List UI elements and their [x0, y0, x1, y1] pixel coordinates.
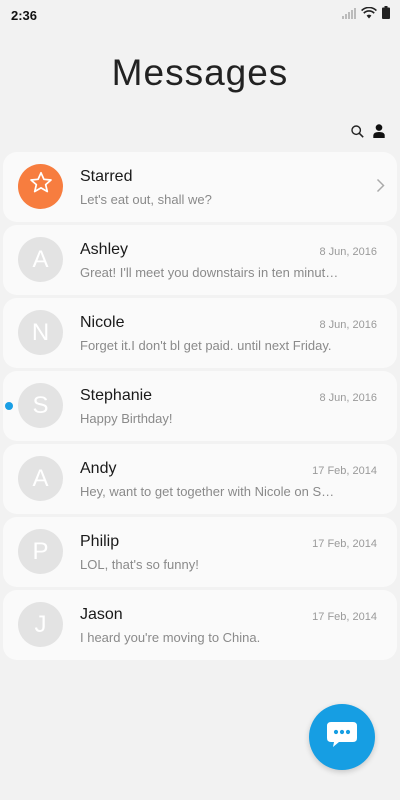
status-bar: 2:36 — [0, 0, 400, 30]
conversation-item-ashley[interactable]: A Ashley 8 Jun, 2016 Great! I'll meet yo… — [3, 225, 397, 295]
compose-button[interactable] — [309, 704, 375, 770]
conversation-name: Stephanie — [80, 387, 153, 404]
chat-bubble-icon — [325, 720, 359, 755]
starred-avatar — [18, 164, 63, 209]
action-bar — [350, 124, 386, 138]
conversation-item-jason[interactable]: J Jason 17 Feb, 2014 I heard you're movi… — [3, 590, 397, 660]
conversation-name: Philip — [80, 533, 120, 550]
conversation-preview: Let's eat out, shall we? — [80, 192, 212, 207]
battery-icon — [382, 6, 390, 24]
avatar: P — [18, 529, 63, 574]
avatar: J — [18, 602, 63, 647]
page-title: Messages — [111, 52, 289, 93]
avatar: N — [18, 310, 63, 355]
unread-indicator — [5, 402, 13, 410]
avatar: A — [18, 237, 63, 282]
star-icon — [28, 170, 54, 203]
conversation-date: 8 Jun, 2016 — [319, 246, 378, 258]
conversation-date: 8 Jun, 2016 — [319, 319, 378, 331]
conversation-date: 8 Jun, 2016 — [319, 392, 378, 404]
conversation-preview: LOL, that's so funny! — [80, 557, 199, 572]
signal-icon — [342, 6, 356, 24]
conversation-preview: Forget it.I don't bl get paid. until nex… — [80, 338, 332, 353]
wifi-icon — [361, 6, 377, 24]
conversation-preview: I heard you're moving to China. — [80, 630, 261, 645]
conversation-name: Starred — [80, 168, 133, 185]
conversation-name: Nicole — [80, 314, 125, 331]
avatar: A — [18, 456, 63, 501]
chevron-right-icon — [376, 178, 385, 198]
conversation-item-philip[interactable]: P Philip 17 Feb, 2014 LOL, that's so fun… — [3, 517, 397, 587]
status-icons — [342, 6, 390, 24]
status-time: 2:36 — [11, 7, 38, 23]
conversation-date: 17 Feb, 2014 — [312, 538, 377, 550]
conversation-preview: Hey, want to get together with Nicole on… — [80, 484, 340, 499]
conversation-item-andy[interactable]: A Andy 17 Feb, 2014 Hey, want to get tog… — [3, 444, 397, 514]
conversation-date: 17 Feb, 2014 — [312, 465, 377, 477]
conversation-name: Andy — [80, 460, 117, 477]
person-icon[interactable] — [372, 124, 386, 138]
conversation-item-nicole[interactable]: N Nicole 8 Jun, 2016 Forget it.I don't b… — [3, 298, 397, 368]
conversation-item-stephanie[interactable]: S Stephanie 8 Jun, 2016 Happy Birthday! — [3, 371, 397, 441]
conversation-name: Jason — [80, 606, 123, 623]
conversation-preview: Happy Birthday! — [80, 411, 173, 426]
avatar: S — [18, 383, 63, 428]
conversation-date: 17 Feb, 2014 — [312, 611, 377, 623]
search-icon[interactable] — [350, 124, 364, 138]
conversation-name: Ashley — [80, 241, 129, 258]
conversation-preview: Great! I'll meet you downstairs in ten m… — [80, 265, 340, 280]
conversation-list: Starred Let's eat out, shall we? A Ashle… — [3, 152, 397, 660]
starred-messages-card[interactable]: Starred Let's eat out, shall we? — [3, 152, 397, 222]
